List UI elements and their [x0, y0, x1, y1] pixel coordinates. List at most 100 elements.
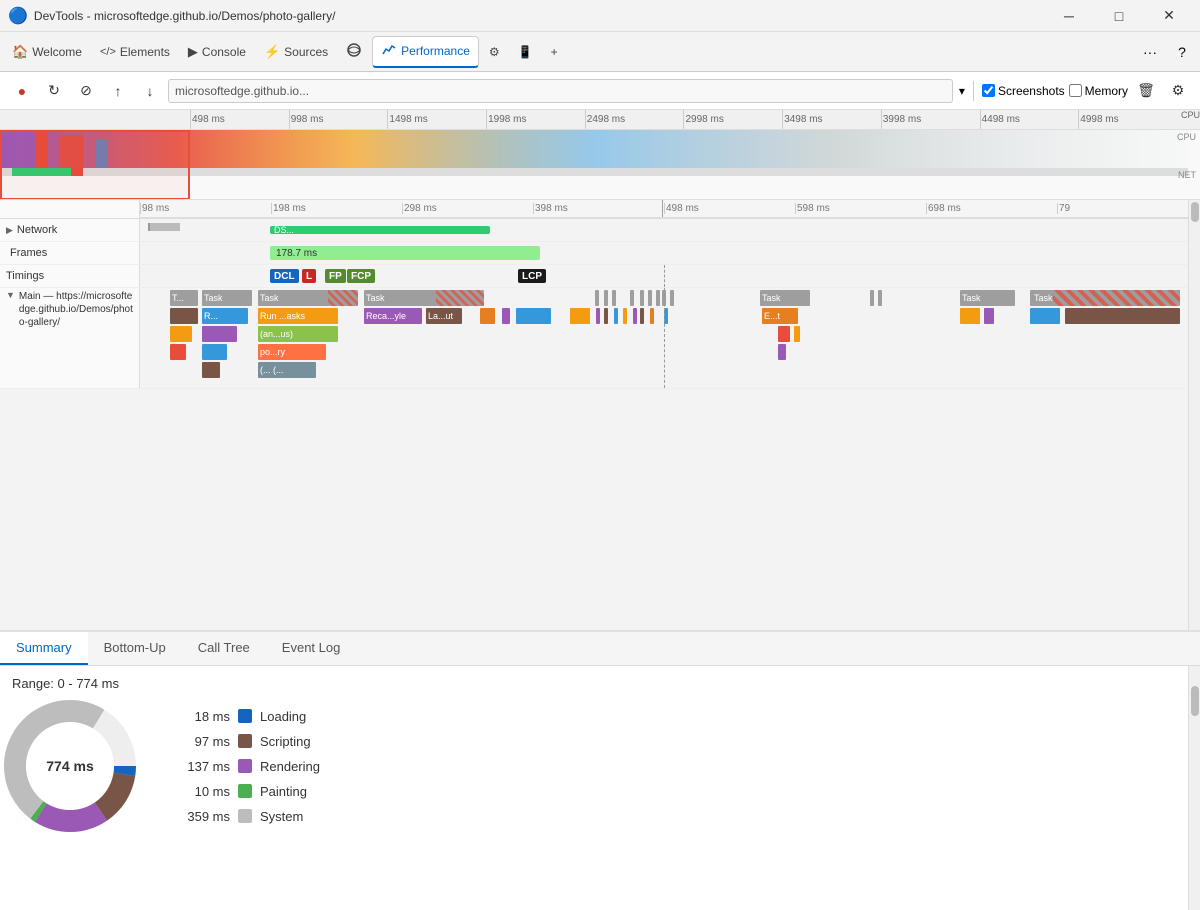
stop-button[interactable]: ⊘ [72, 77, 100, 105]
tab-performance[interactable]: Performance [372, 36, 479, 68]
devtools-settings-button[interactable]: ⚙ [1164, 77, 1192, 105]
more-tabs-button[interactable]: ··· [1136, 38, 1164, 66]
url-input[interactable] [168, 79, 953, 103]
elements-icon: </> [100, 46, 116, 58]
ruler-tick-4: 2498 ms [585, 110, 625, 129]
tab-add[interactable]: + [543, 36, 566, 68]
stack-6 [202, 362, 220, 378]
timeline-detail: 98 ms 198 ms 298 ms 398 ms 498 ms 598 ms… [0, 200, 1200, 630]
minimize-button[interactable]: ─ [1046, 0, 1092, 32]
console-icon: ▶ [188, 44, 198, 60]
cpu-label: CPU [1181, 110, 1200, 129]
subtask-reca: Reca...yle [364, 308, 422, 324]
tab-device[interactable]: 📱 [510, 36, 541, 68]
detail-ruler-row: 98 ms 198 ms 298 ms 398 ms 498 ms 598 ms… [0, 200, 1188, 219]
tab-summary[interactable]: Summary [0, 632, 88, 665]
record-button[interactable]: ● [8, 77, 36, 105]
network-content: DS... [140, 219, 1188, 241]
task-small-1 [595, 290, 599, 306]
detail-tick-7: 79 [1057, 203, 1070, 214]
timings-label[interactable]: Timings [0, 265, 140, 287]
upload-button[interactable]: ↑ [104, 77, 132, 105]
task-small-4 [630, 290, 634, 306]
donut-center-label: 774 ms [46, 758, 93, 774]
task-2-wrapper: Task [258, 290, 358, 306]
url-dropdown[interactable]: ▾ [959, 84, 965, 98]
main-expand: ▼ [6, 290, 15, 300]
ruler-tick-6: 3498 ms [782, 110, 822, 129]
overview-content[interactable]: CPU NET [0, 130, 1200, 200]
frames-row: Frames 178.7 ms [0, 242, 1188, 265]
browser-icon: 🔵 [8, 6, 28, 26]
add-tab-icon: + [551, 45, 558, 59]
subtask-et: E...t [762, 308, 798, 324]
subtask-sm-11 [650, 308, 654, 324]
scrollbar-thumb[interactable] [1191, 202, 1199, 222]
sources-icon: ⚡ [264, 44, 280, 60]
task-small-2 [604, 290, 608, 306]
clear-button[interactable]: 🗑 [1132, 77, 1160, 105]
tab-event-log[interactable]: Event Log [266, 632, 357, 665]
task-6: Task [960, 290, 1015, 306]
tab-console-label: Console [202, 45, 246, 59]
stack-5 [202, 344, 227, 360]
task-long-wrapper: Task [1030, 290, 1180, 306]
timeline-scrollbar[interactable] [1188, 200, 1200, 630]
main-thread-row: ▼ Main — https://microsoftedge.github.io… [0, 288, 1188, 389]
detail-ruler: 98 ms 198 ms 298 ms 398 ms 498 ms 598 ms… [140, 200, 1188, 218]
tab-welcome[interactable]: 🏠 Welcome [4, 36, 90, 68]
settings-icon: ⚙ [489, 45, 500, 59]
network-expand: ▶ [6, 225, 13, 236]
main-thread-label[interactable]: ▼ Main — https://microsoftedge.github.io… [0, 288, 140, 388]
task-tiny-2 [878, 290, 882, 306]
network-icon [346, 42, 362, 61]
network-bar: DS... [270, 226, 490, 234]
memory-checkbox[interactable]: Memory [1069, 84, 1128, 98]
maximize-button[interactable]: □ [1096, 0, 1142, 32]
legend-scripting: 97 ms Scripting [180, 734, 320, 749]
detail-tick-0: 98 ms [140, 203, 169, 214]
task-small-3 [612, 290, 616, 306]
bottom-scrollbar[interactable] [1188, 666, 1200, 910]
subtask-sm-3 [516, 308, 551, 324]
window-controls: ─ □ ✕ [1046, 0, 1192, 32]
subtask-la: La...ut [426, 308, 462, 324]
tab-bar: 🏠 Welcome </> Elements ▶ Console ⚡ Sourc… [0, 32, 1200, 72]
tab-sources[interactable]: ⚡ Sources [256, 36, 336, 68]
tab-sources-label: Sources [284, 45, 328, 59]
frames-label[interactable]: Frames [0, 242, 140, 264]
download-button[interactable]: ↓ [136, 77, 164, 105]
tab-network[interactable] [338, 36, 370, 68]
title-bar: 🔵 DevTools - microsoftedge.github.io/Dem… [0, 0, 1200, 32]
refresh-button[interactable]: ↻ [40, 77, 68, 105]
subtask-sm-8 [623, 308, 627, 324]
subtask-anus: (an...us) [258, 326, 338, 342]
ruler-tick-5: 2998 ms [683, 110, 723, 129]
tab-welcome-label: Welcome [32, 45, 82, 59]
legend-loading-color [238, 709, 252, 723]
subtask-e-2 [794, 326, 800, 342]
timeline-overview[interactable]: 498 ms 998 ms 1498 ms 1998 ms 2498 ms 29… [0, 110, 1200, 200]
detail-tick-1: 198 ms [271, 203, 306, 214]
ruler-tick-8: 4498 ms [980, 110, 1020, 129]
tab-elements[interactable]: </> Elements [92, 36, 178, 68]
close-button[interactable]: ✕ [1146, 0, 1192, 32]
selected-region[interactable] [0, 130, 190, 200]
tab-bottom-up[interactable]: Bottom-Up [88, 632, 182, 665]
task-tiny-1 [870, 290, 874, 306]
bottom-scrollbar-thumb[interactable] [1191, 686, 1199, 716]
ruler-tick-2: 1498 ms [387, 110, 427, 129]
donut-chart: 774 ms [0, 696, 140, 836]
toolbar-separator [973, 81, 974, 101]
tab-settings[interactable]: ⚙ [481, 36, 508, 68]
frames-content: 178.7 ms [140, 242, 1188, 264]
detail-tick-3: 398 ms [533, 203, 568, 214]
subtask-long-2 [1065, 308, 1180, 324]
screenshots-checkbox[interactable]: Screenshots [982, 84, 1065, 98]
tab-call-tree[interactable]: Call Tree [182, 632, 266, 665]
help-button[interactable]: ? [1168, 38, 1196, 66]
stack-1 [170, 308, 198, 324]
network-label[interactable]: ▶ Network [0, 219, 140, 241]
tab-console[interactable]: ▶ Console [180, 36, 254, 68]
donut-container: 774 ms 18 ms Loading 97 ms Scripting [0, 666, 1188, 836]
